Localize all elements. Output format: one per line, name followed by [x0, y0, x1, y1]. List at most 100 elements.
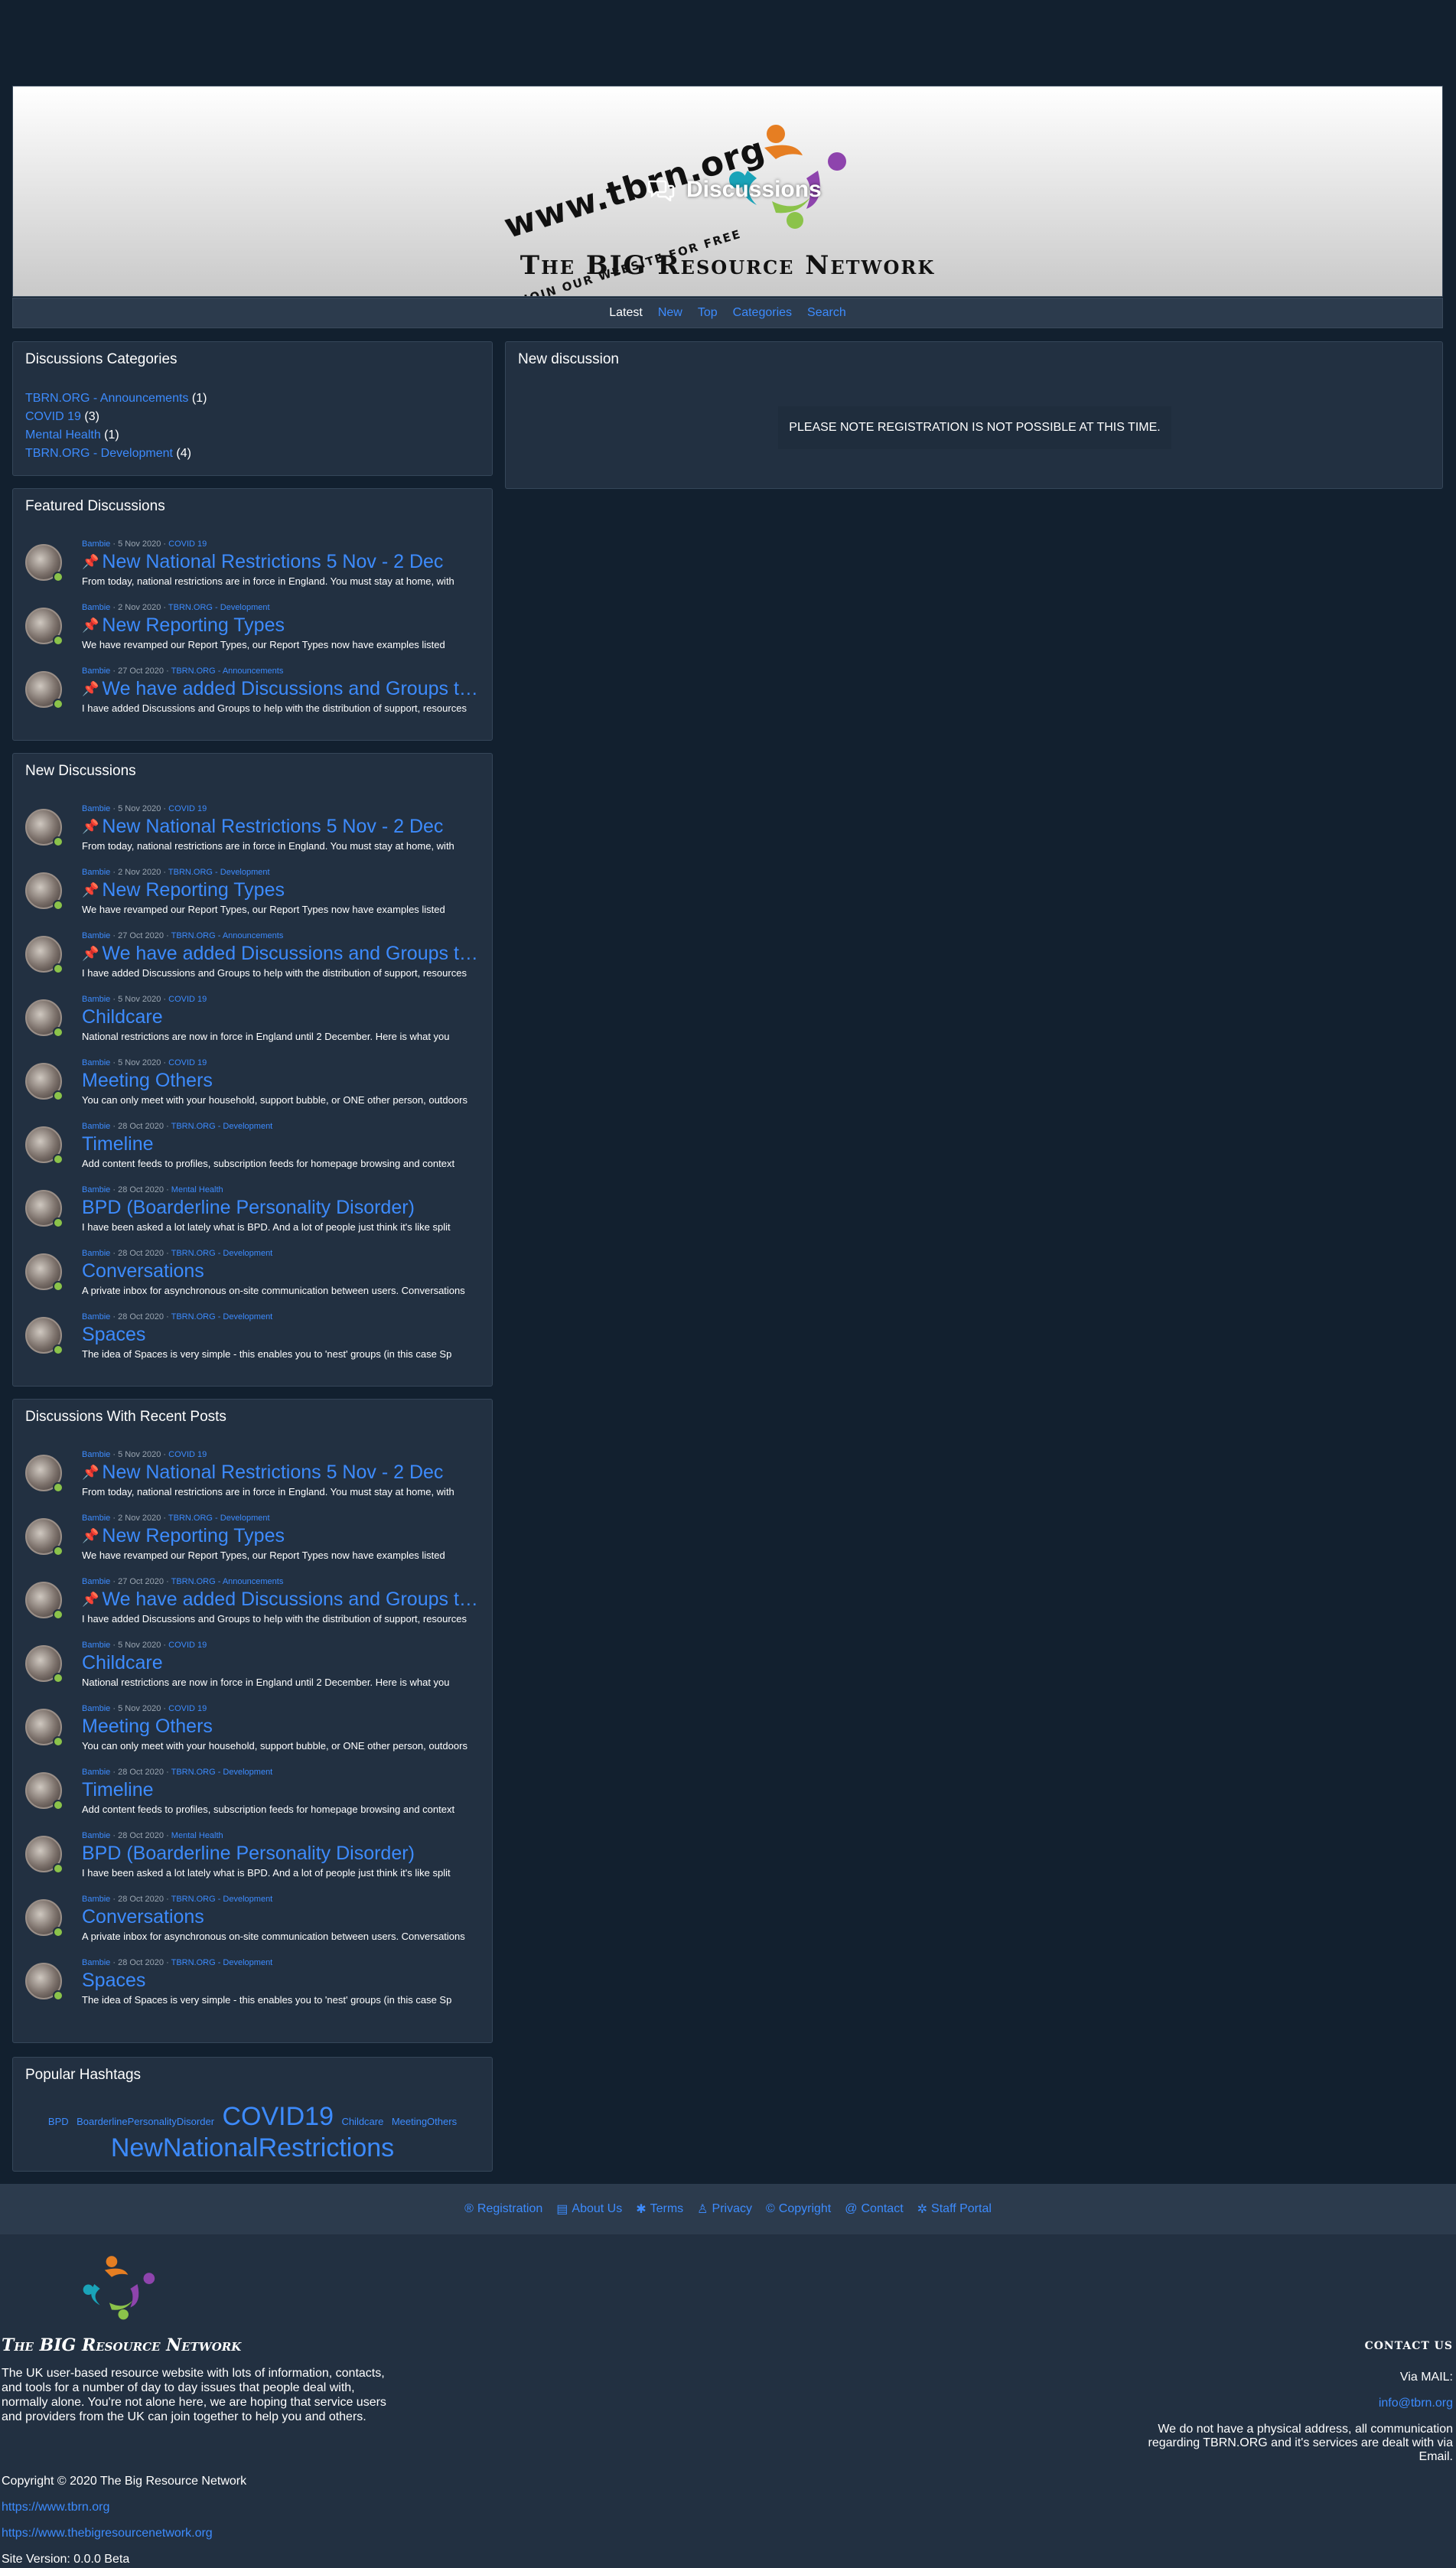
discussion-title[interactable]: 📌 New National Restrictions 5 Nov - 2 Dec	[82, 815, 487, 838]
category-link[interactable]: COVID 19	[168, 1058, 207, 1067]
discussion-title[interactable]: Childcare	[82, 1651, 487, 1674]
discussion-item[interactable]: Bambie · 28 Oct 2020 · TBRN.ORG - Develo…	[25, 1249, 481, 1312]
discussion-title[interactable]: Meeting Others	[82, 1069, 487, 1092]
discussion-title-text[interactable]: Spaces	[82, 1970, 145, 1991]
hashtag-link[interactable]: COVID19	[222, 2102, 334, 2131]
author-link[interactable]: Bambie	[82, 666, 110, 676]
author-link[interactable]: Bambie	[82, 1312, 110, 1321]
discussion-item[interactable]: Bambie · 28 Oct 2020 · TBRN.ORG - Develo…	[25, 1122, 481, 1185]
author-link[interactable]: Bambie	[82, 1831, 110, 1840]
discussion-title-text[interactable]: Spaces	[82, 1324, 145, 1345]
author-link[interactable]: Bambie	[82, 995, 110, 1004]
category-link[interactable]: Mental Health	[25, 429, 101, 442]
nav-top[interactable]: Top	[698, 306, 718, 320]
discussion-item[interactable]: Bambie · 2 Nov 2020 · TBRN.ORG - Develop…	[25, 1514, 481, 1576]
discussion-title-text[interactable]: Conversations	[82, 1260, 204, 1282]
category-link[interactable]: COVID 19	[168, 1704, 207, 1713]
footer-link-contact[interactable]: @ Contact	[845, 2202, 903, 2216]
discussion-item[interactable]: Bambie · 5 Nov 2020 · COVID 19 Meeting Ot…	[25, 1704, 481, 1767]
discussion-item[interactable]: Bambie · 27 Oct 2020 · TBRN.ORG - Announ…	[25, 666, 487, 729]
discussion-title-text[interactable]: Childcare	[82, 1652, 163, 1673]
hashtag-link[interactable]: MeetingOthers	[392, 2116, 457, 2127]
footer-link-registration[interactable]: ® Registration	[464, 2202, 542, 2216]
nav-categories[interactable]: Categories	[733, 306, 792, 320]
contact-email-link[interactable]: info@tbrn.org	[1379, 2397, 1453, 2410]
author-link[interactable]: Bambie	[82, 1514, 110, 1523]
category-link[interactable]: TBRN.ORG - Development	[171, 1312, 273, 1321]
discussion-item[interactable]: Bambie · 5 Nov 2020 · COVID 19 📌 New Natio…	[25, 1450, 481, 1513]
category-link[interactable]: TBRN.ORG - Development	[168, 868, 270, 877]
footer-url-tbrn[interactable]: https://www.tbrn.org	[2, 2501, 109, 2514]
footer-url-bigresource[interactable]: https://www.thebigresourcenetwork.org	[2, 2527, 213, 2540]
discussion-item[interactable]: Bambie · 28 Oct 2020 · Mental Health BPD …	[25, 1831, 481, 1894]
category-link[interactable]: Mental Health	[171, 1831, 223, 1840]
author-link[interactable]: Bambie	[82, 1895, 110, 1904]
hashtag-link[interactable]: BPD	[48, 2116, 69, 2127]
discussion-item[interactable]: Bambie · 5 Nov 2020 · COVID 19 📌 New Natio…	[25, 539, 481, 602]
nav-latest[interactable]: Latest	[609, 306, 643, 320]
category-link[interactable]: COVID 19	[25, 410, 81, 423]
category-link[interactable]: TBRN.ORG - Announcements	[25, 392, 188, 405]
discussion-title-text[interactable]: New Reporting Types	[102, 614, 285, 636]
author-link[interactable]: Bambie	[82, 1958, 110, 1967]
author-link[interactable]: Bambie	[82, 1768, 110, 1777]
discussion-title-text[interactable]: We have added Discussions and Groups to …	[102, 943, 487, 964]
category-link[interactable]: TBRN.ORG - Development	[168, 603, 270, 612]
category-link[interactable]: COVID 19	[168, 804, 207, 813]
discussion-title[interactable]: 📌 New Reporting Types	[82, 1524, 487, 1547]
author-link[interactable]: Bambie	[82, 1704, 110, 1713]
discussion-title[interactable]: 📌 New National Restrictions 5 Nov - 2 Dec	[82, 550, 487, 573]
discussion-title-text[interactable]: New National Restrictions 5 Nov - 2 Dec	[102, 816, 443, 837]
discussion-title[interactable]: 📌 New Reporting Types	[82, 614, 487, 637]
author-link[interactable]: Bambie	[82, 539, 110, 549]
category-link[interactable]: TBRN.ORG - Development	[171, 1958, 273, 1967]
author-link[interactable]: Bambie	[82, 1058, 110, 1067]
author-link[interactable]: Bambie	[82, 1185, 110, 1194]
discussion-title[interactable]: Conversations	[82, 1905, 487, 1928]
discussion-title[interactable]: Timeline	[82, 1778, 487, 1801]
author-link[interactable]: Bambie	[82, 1577, 110, 1586]
category-link[interactable]: TBRN.ORG - Development	[171, 1895, 273, 1904]
discussion-item[interactable]: Bambie · 5 Nov 2020 · COVID 19 Meeting Ot…	[25, 1058, 481, 1121]
nav-new[interactable]: New	[658, 306, 682, 320]
discussion-title[interactable]: 📌 New Reporting Types	[82, 878, 487, 901]
discussion-title-text[interactable]: BPD (Boarderline Personality Disorder)	[82, 1843, 415, 1864]
discussion-title-text[interactable]: Timeline	[82, 1133, 154, 1155]
discussion-title[interactable]: Spaces	[82, 1323, 487, 1346]
discussion-title[interactable]: Meeting Others	[82, 1715, 487, 1738]
discussion-title-text[interactable]: Meeting Others	[82, 1070, 213, 1091]
hashtag-link[interactable]: Childcare	[341, 2116, 383, 2127]
discussion-item[interactable]: Bambie · 27 Oct 2020 · TBRN.ORG - Announ…	[25, 1577, 487, 1640]
category-link[interactable]: TBRN.ORG - Announcements	[171, 1577, 284, 1586]
discussion-title-text[interactable]: We have added Discussions and Groups to …	[102, 1589, 487, 1610]
author-link[interactable]: Bambie	[82, 931, 110, 940]
discussion-title-text[interactable]: Meeting Others	[82, 1716, 213, 1737]
author-link[interactable]: Bambie	[82, 603, 110, 612]
category-link[interactable]: TBRN.ORG - Announcements	[171, 931, 284, 940]
footer-link-terms[interactable]: ✱ Terms	[636, 2201, 683, 2217]
discussion-title[interactable]: Timeline	[82, 1132, 487, 1155]
author-link[interactable]: Bambie	[82, 1122, 110, 1131]
discussion-item[interactable]: Bambie · 5 Nov 2020 · COVID 19 📌 New Natio…	[25, 804, 481, 867]
category-link[interactable]: COVID 19	[168, 995, 207, 1004]
discussion-title-text[interactable]: Childcare	[82, 1006, 163, 1028]
discussion-title[interactable]: BPD (Boarderline Personality Disorder)	[82, 1196, 487, 1219]
discussion-title[interactable]: BPD (Boarderline Personality Disorder)	[82, 1842, 487, 1865]
discussion-item[interactable]: Bambie · 2 Nov 2020 · TBRN.ORG - Develop…	[25, 868, 481, 930]
category-link[interactable]: COVID 19	[168, 1450, 207, 1459]
hashtag-link[interactable]: BoarderlinePersonalityDisorder	[77, 2116, 214, 2127]
footer-link-privacy[interactable]: ♙ Privacy	[697, 2201, 752, 2217]
discussion-item[interactable]: Bambie · 28 Oct 2020 · Mental Health BPD …	[25, 1185, 481, 1248]
author-link[interactable]: Bambie	[82, 1641, 110, 1650]
discussion-title-text[interactable]: Timeline	[82, 1779, 154, 1801]
discussion-title[interactable]: Conversations	[82, 1260, 487, 1282]
discussion-item[interactable]: Bambie · 28 Oct 2020 · TBRN.ORG - Develo…	[25, 1958, 481, 2021]
nav-search[interactable]: Search	[807, 306, 846, 320]
discussion-title-text[interactable]: New National Restrictions 5 Nov - 2 Dec	[102, 1462, 443, 1483]
author-link[interactable]: Bambie	[82, 1249, 110, 1258]
discussion-item[interactable]: Bambie · 28 Oct 2020 · TBRN.ORG - Develo…	[25, 1312, 481, 1375]
discussion-item[interactable]: Bambie · 5 Nov 2020 · COVID 19 Childcare N…	[25, 995, 481, 1058]
discussion-title[interactable]: 📌 We have added Discussions and Groups to…	[82, 942, 487, 965]
discussion-item[interactable]: Bambie · 27 Oct 2020 · TBRN.ORG - Announ…	[25, 931, 487, 994]
author-link[interactable]: Bambie	[82, 1450, 110, 1459]
